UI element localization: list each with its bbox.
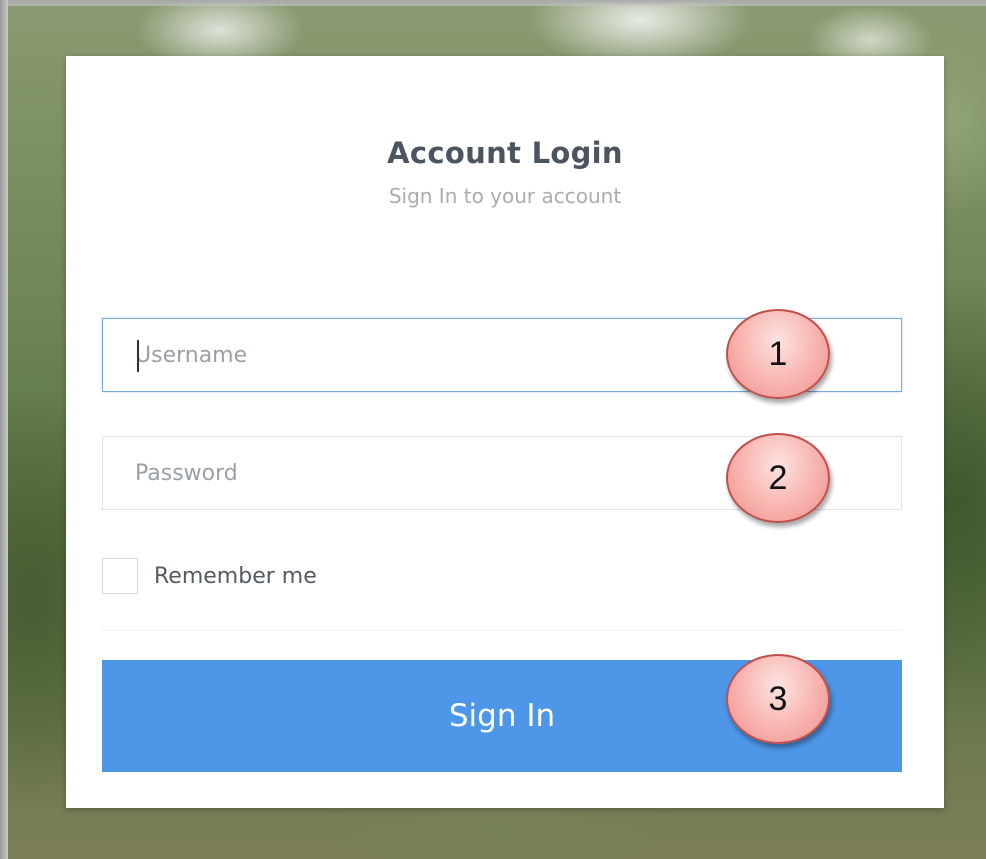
annotation-marker-2: 2: [726, 433, 830, 523]
annotation-marker-3: 3: [726, 654, 830, 744]
remember-me-checkbox[interactable]: [102, 558, 138, 594]
remember-me[interactable]: Remember me: [102, 556, 317, 596]
form-divider: [102, 630, 902, 631]
window-frame-top: [0, 0, 986, 6]
annotation-marker-1: 1: [726, 309, 830, 399]
login-screen: Account Login Sign In to your account Re…: [0, 0, 986, 859]
login-title: Account Login: [387, 136, 623, 170]
window-frame-left: [0, 0, 8, 859]
login-subtitle: Sign In to your account: [388, 184, 622, 208]
remember-me-label[interactable]: Remember me: [154, 564, 317, 589]
text-caret: [137, 340, 139, 372]
